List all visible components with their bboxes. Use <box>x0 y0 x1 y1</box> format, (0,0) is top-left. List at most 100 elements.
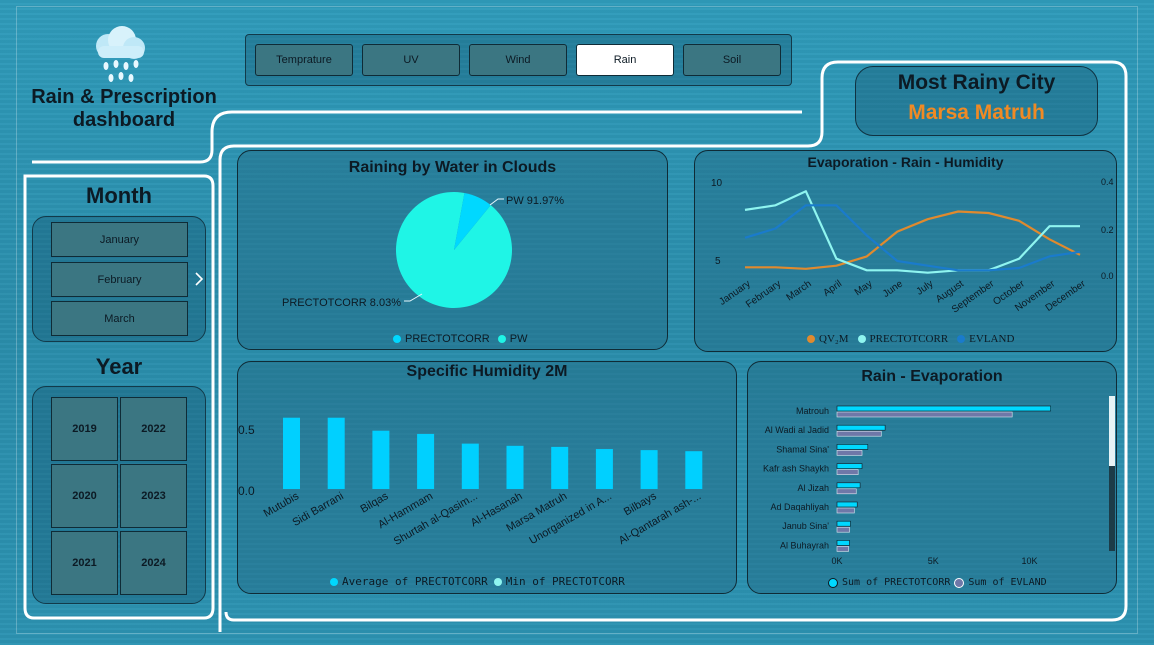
humidity-x-tick: Al-Qantarah ash-... <box>617 490 703 547</box>
legend-dot-sum-prectotcorr <box>828 577 838 588</box>
humidity-y-tick: 0.0 <box>238 484 255 498</box>
legend-dot-pw <box>497 335 506 343</box>
chevron-right-icon[interactable] <box>193 271 205 287</box>
hbar-category-label: Matrouh <box>796 406 829 416</box>
legend-dot-sum-evland <box>954 577 965 588</box>
year-item-2019[interactable]: 2019 <box>51 397 118 461</box>
humidity-x-tick: Shurtah al-Qasim... <box>392 490 480 548</box>
hbar-bar-prectotcorr <box>836 424 886 431</box>
line-x-tick: June <box>881 278 905 300</box>
line-chart-legend: QV₂M PRECTOTCORR EVLAND <box>807 333 1014 345</box>
rain-evaporation-legend: Sum of PRECTOTCORR Sum of EVLAND <box>828 577 1047 588</box>
hbar-bar-prectotcorr <box>836 501 858 508</box>
hbar-category-label: Janub Sina' <box>782 521 829 531</box>
kpi-value: Marsa Matruh <box>908 101 1045 124</box>
pie-chart: PW 91.97% PRECTOTCORR 8.03% <box>282 192 564 309</box>
legend-dot-evland <box>957 335 966 343</box>
humidity-bar <box>461 443 479 489</box>
hbar-category-label: Shamal Sina' <box>776 444 829 454</box>
line-y-left-tick: 5 <box>715 256 721 267</box>
hbar-bar-evland <box>836 526 850 533</box>
year-item-2020[interactable]: 2020 <box>51 464 118 528</box>
line-x-tick: July <box>915 278 936 297</box>
tab-wind[interactable]: Wind <box>469 44 567 76</box>
line-legend-evland: EVLAND <box>969 333 1015 345</box>
legend-dot-min <box>493 577 502 586</box>
humidity-bar <box>640 450 658 489</box>
humidity-legend-average: Average of PRECTOTCORR <box>342 575 488 588</box>
hbar-bar-prectotcorr <box>836 444 869 450</box>
hbar-bar-evland <box>836 469 859 475</box>
dashboard-title-line2: dashboard <box>72 109 176 131</box>
humidity-bar-chart: 0.50.0 MutubisSidi Barrani BilqasAl-Hammam… <box>238 417 703 548</box>
month-item-january[interactable]: January <box>51 222 188 257</box>
year-item-2022[interactable]: 2022 <box>120 397 187 461</box>
line-series-qv2m <box>745 210 1081 270</box>
hbar-x-tick: 0K <box>831 556 842 566</box>
line-y-right-tick: 0.2 <box>1101 225 1114 235</box>
year-slicer-title: Year <box>95 354 143 379</box>
humidity-bar <box>372 430 390 489</box>
tab-uv[interactable]: UV <box>362 44 460 76</box>
pie-leader-pw <box>489 198 504 206</box>
line-x-tick: May <box>853 278 875 298</box>
tab-rain[interactable]: Rain <box>576 44 674 76</box>
humidity-x-tick: Bilqas <box>358 490 390 516</box>
hbar-bar-evland <box>836 507 855 514</box>
line-y-right-tick: 0.0 <box>1101 271 1114 281</box>
humidity-bar <box>327 417 345 489</box>
hbar-bar-prectotcorr <box>836 463 863 469</box>
pie-legend-pw: PW <box>509 333 528 345</box>
legend-dot-prectotcorr <box>393 335 401 343</box>
pie-chart-legend: PRECTOTCORR PW <box>393 333 527 345</box>
year-item-2024[interactable]: 2024 <box>120 531 187 595</box>
year-item-2023[interactable]: 2023 <box>120 464 187 528</box>
year-item-2021[interactable]: 2021 <box>51 531 118 595</box>
line-y-right-tick: 0.4 <box>1101 177 1114 187</box>
line-legend-prectotcorr: PRECTOTCORR <box>869 333 949 345</box>
month-slicer-title: Month <box>86 183 152 208</box>
hbar-category-label: Ad Daqahliyah <box>770 502 829 512</box>
hbar-bar-evland <box>836 488 857 495</box>
hbar-bar-evland <box>836 430 882 437</box>
dashboard-title: Rain & Prescription dashboard <box>18 86 230 132</box>
rain-evaporation-card: Rain - Evaporation Matrouh Al Wadi al Jad… <box>747 361 1117 594</box>
legend-dot-qv2m <box>807 335 815 343</box>
hbar-x-tick: 5K <box>928 556 939 566</box>
humidity-bar <box>685 451 703 489</box>
scrollbar-thumb[interactable] <box>1109 396 1115 466</box>
line-x-tick: April <box>821 278 844 298</box>
humidity-bar <box>551 446 569 489</box>
line-series-evland <box>744 204 1081 272</box>
tab-soil[interactable]: Soil <box>683 44 781 76</box>
humidity-y-tick: 0.5 <box>238 423 255 437</box>
hbar-bar-evland <box>836 546 849 552</box>
hbar-x-tick: 10K <box>1021 556 1037 566</box>
rain-cloud-icon <box>96 26 145 82</box>
pie-label-prectotcorr: PRECTOTCORR 8.03% <box>282 297 401 309</box>
hbar-bar-evland <box>836 411 1013 418</box>
hbar-category-label: Al Buhayrah <box>780 540 829 550</box>
line-chart: 1050.40.20.0JanuaryFebruary March April May… <box>711 177 1114 316</box>
hbar-category-label: Al Jizah <box>797 483 829 493</box>
hbar-bar-prectotcorr <box>836 540 850 546</box>
month-item-march[interactable]: March <box>51 301 188 336</box>
pie-label-pw: PW 91.97% <box>506 195 564 207</box>
pie-leader-prectotcorr <box>404 293 423 302</box>
line-series-prectotcorr <box>744 190 1080 274</box>
rain-evaporation-bar-chart: Matrouh Al Wadi al Jadid Shamal Sina' Kafr … <box>763 405 1051 566</box>
humidity-bar <box>417 433 435 489</box>
humidity-chart-legend: Average of PRECTOTCORR Min of PRECTOTCOR… <box>330 575 625 588</box>
line-y-left-tick: 10 <box>711 178 723 189</box>
most-rainy-city-card: Most Rainy City Marsa Matruh <box>855 66 1098 136</box>
hbar-legend-prectotcorr: Sum of PRECTOTCORR <box>842 577 951 588</box>
line-chart-card: Evaporation - Rain - Humidity 10 5 0.4 0.2 0… <box>694 150 1117 352</box>
legend-dot-prectotcorr-line <box>857 335 866 343</box>
hbar-category-label: Al Wadi al Jadid <box>765 425 829 435</box>
month-item-february[interactable]: February <box>51 262 188 297</box>
legend-dot-average <box>330 577 338 586</box>
humidity-bar <box>595 449 613 489</box>
tab-temprature[interactable]: Temprature <box>255 44 353 76</box>
line-x-tick: February <box>744 278 783 310</box>
hbar-category-label: Kafr ash Shaykh <box>763 464 829 474</box>
